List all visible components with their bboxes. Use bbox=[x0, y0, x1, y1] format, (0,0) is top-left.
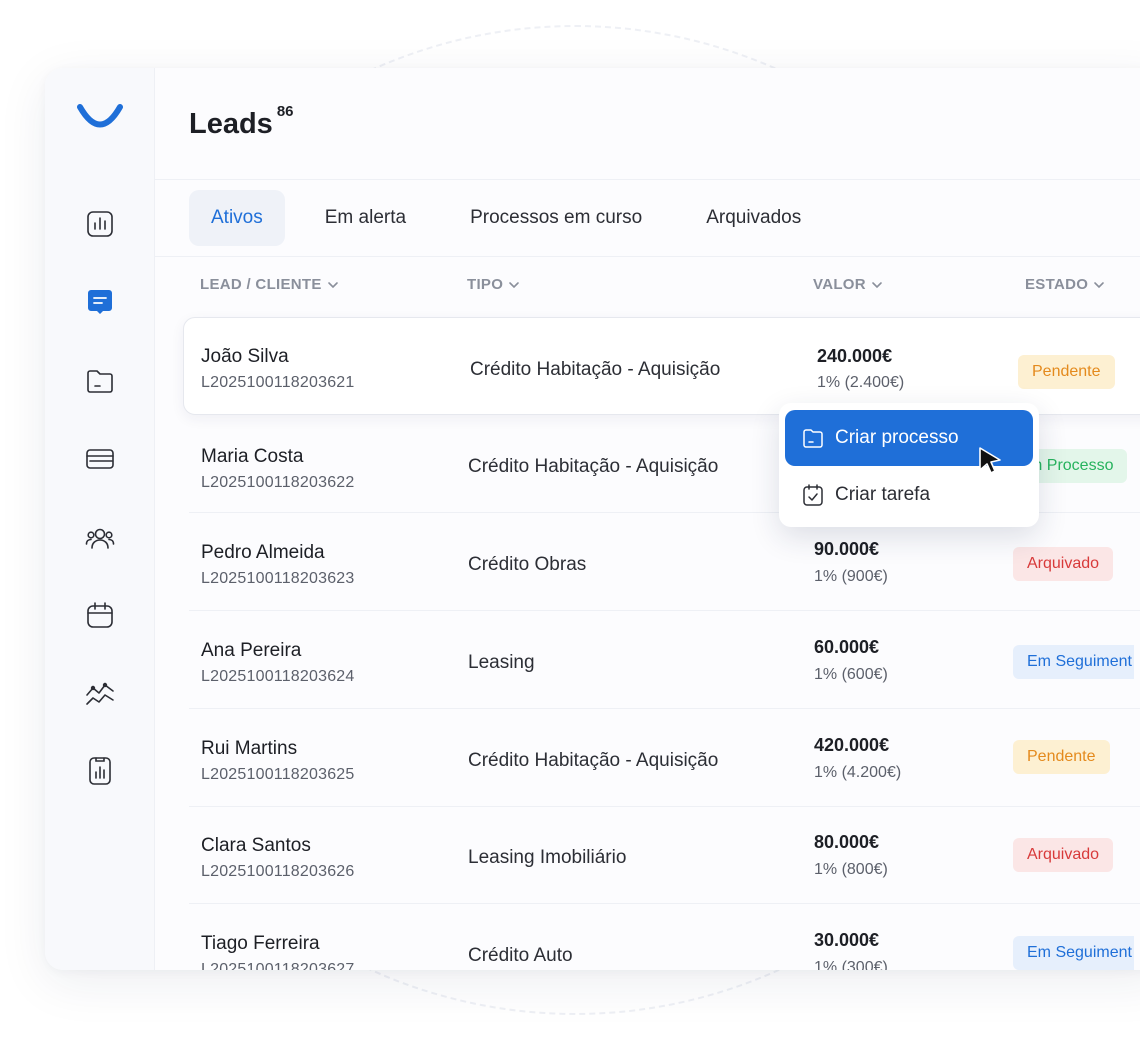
column-header-lead[interactable]: LEAD / CLIENTE bbox=[200, 276, 340, 293]
lead-type: Crédito Habitação - Aquisição bbox=[468, 456, 719, 477]
column-header-valor-label: VALOR bbox=[813, 276, 866, 293]
lead-percent: 1% (4.200€) bbox=[814, 764, 902, 781]
lead-type: Crédito Habitação - Aquisição bbox=[470, 359, 721, 380]
table-row[interactable]: Pedro Almeida L2025100118203623 Crédito … bbox=[189, 514, 1140, 611]
lead-type: Leasing Imobiliário bbox=[468, 847, 627, 868]
lead-id: L2025100118203627 bbox=[201, 961, 355, 970]
lead-value: 90.000€ bbox=[814, 539, 880, 559]
table-row[interactable]: Tiago Ferreira L2025100118203627 Crédito… bbox=[189, 905, 1140, 970]
table-row[interactable]: Rui Martins L2025100118203625 Crédito Ha… bbox=[189, 710, 1140, 807]
chevron-down-icon bbox=[1094, 281, 1105, 288]
calendar-check-icon bbox=[803, 484, 823, 506]
lead-id: L2025100118203624 bbox=[201, 668, 355, 685]
column-header-tipo[interactable]: TIPO bbox=[467, 276, 521, 293]
nav-folder-icon[interactable] bbox=[85, 366, 115, 396]
column-header-valor[interactable]: VALOR bbox=[813, 276, 884, 293]
tab-arquivados[interactable]: Arquivados bbox=[684, 190, 823, 246]
chevron-down-icon bbox=[509, 281, 520, 288]
column-header-estado-label: ESTADO bbox=[1025, 276, 1089, 293]
tab-bar: Ativos Em alerta Processos em curso Arqu… bbox=[189, 190, 843, 246]
status-badge: Arquivado bbox=[1013, 547, 1114, 581]
chevron-down-icon bbox=[327, 281, 338, 288]
criar-tarefa-label: Criar tarefa bbox=[835, 484, 931, 505]
column-header-lead-label: LEAD / CLIENTE bbox=[200, 276, 322, 293]
status-badge: Em Seguiment bbox=[1013, 936, 1134, 970]
page-title: Leads 86 bbox=[189, 103, 294, 141]
status-badge: Arquivado bbox=[1013, 838, 1114, 872]
lead-value: 30.000€ bbox=[814, 930, 880, 950]
tabs-divider bbox=[155, 256, 1140, 257]
lead-percent: 1% (800€) bbox=[814, 861, 888, 878]
lead-value: 60.000€ bbox=[814, 637, 880, 657]
lead-id: L2025100118203622 bbox=[201, 474, 355, 491]
status-badge: m Processo bbox=[1025, 449, 1128, 483]
lead-name: Ana Pereira bbox=[201, 640, 302, 661]
nav-calendar-icon[interactable] bbox=[85, 600, 115, 630]
column-header-tipo-label: TIPO bbox=[467, 276, 504, 293]
logo-icon bbox=[77, 104, 123, 128]
nav-report-icon[interactable] bbox=[85, 756, 115, 786]
lead-value: 240.000€ bbox=[817, 346, 893, 366]
lead-type: Leasing bbox=[468, 652, 535, 673]
lead-value: 80.000€ bbox=[814, 832, 880, 852]
lead-name: João Silva bbox=[201, 346, 289, 367]
lead-type: Crédito Habitação - Aquisição bbox=[468, 750, 719, 771]
lead-name: Rui Martins bbox=[201, 738, 298, 759]
lead-value: 420.000€ bbox=[814, 735, 890, 755]
nav-bar-chart-icon[interactable] bbox=[85, 209, 115, 239]
nav-message-icon[interactable] bbox=[85, 287, 115, 317]
chevron-down-icon bbox=[872, 281, 882, 288]
tab-em-alerta[interactable]: Em alerta bbox=[303, 190, 428, 246]
nav-credit-card-icon[interactable] bbox=[85, 444, 115, 474]
table-row[interactable]: Clara Santos L2025100118203626 Leasing I… bbox=[189, 807, 1140, 904]
lead-id: L2025100118203621 bbox=[201, 374, 355, 391]
header-divider bbox=[155, 179, 1140, 180]
page-title-text: Leads bbox=[189, 108, 273, 140]
lead-percent: 1% (600€) bbox=[814, 666, 888, 683]
status-badge: Pendente bbox=[1013, 740, 1110, 774]
nav-users-icon[interactable] bbox=[85, 523, 115, 553]
lead-name: Pedro Almeida bbox=[201, 542, 325, 563]
criar-tarefa-menu-item[interactable]: Criar tarefa bbox=[785, 467, 1033, 523]
lead-id: L2025100118203626 bbox=[201, 863, 355, 880]
lead-name: Tiago Ferreira bbox=[201, 933, 320, 954]
column-header-estado[interactable]: ESTADO bbox=[1025, 276, 1106, 293]
lead-type: Crédito Obras bbox=[468, 554, 587, 575]
lead-percent: 1% (900€) bbox=[814, 568, 888, 585]
lead-name: Clara Santos bbox=[201, 835, 311, 856]
tab-ativos[interactable]: Ativos bbox=[189, 190, 285, 246]
nav-trend-icon[interactable] bbox=[85, 678, 115, 708]
lead-type: Crédito Auto bbox=[468, 945, 573, 966]
lead-id: L2025100118203623 bbox=[201, 570, 355, 587]
sidebar bbox=[45, 68, 155, 970]
table-row[interactable]: João Silva L2025100118203621 Crédito Hab… bbox=[183, 317, 1140, 415]
mouse-pointer-icon bbox=[979, 447, 1001, 474]
tab-processos-em-curso[interactable]: Processos em curso bbox=[448, 190, 664, 246]
lead-percent: 1% (2.400€) bbox=[817, 374, 905, 391]
folder-icon bbox=[803, 429, 823, 448]
lead-id: L2025100118203625 bbox=[201, 766, 355, 783]
table-row[interactable]: Ana Pereira L2025100118203624 Leasing 60… bbox=[189, 612, 1140, 709]
lead-percent: 1% (300€) bbox=[814, 959, 888, 970]
status-badge: Pendente bbox=[1018, 355, 1115, 389]
status-badge: Em Seguiment bbox=[1013, 645, 1134, 679]
lead-name: Maria Costa bbox=[201, 446, 304, 467]
criar-processo-label: Criar processo bbox=[835, 427, 959, 448]
leads-count: 86 bbox=[276, 103, 294, 121]
